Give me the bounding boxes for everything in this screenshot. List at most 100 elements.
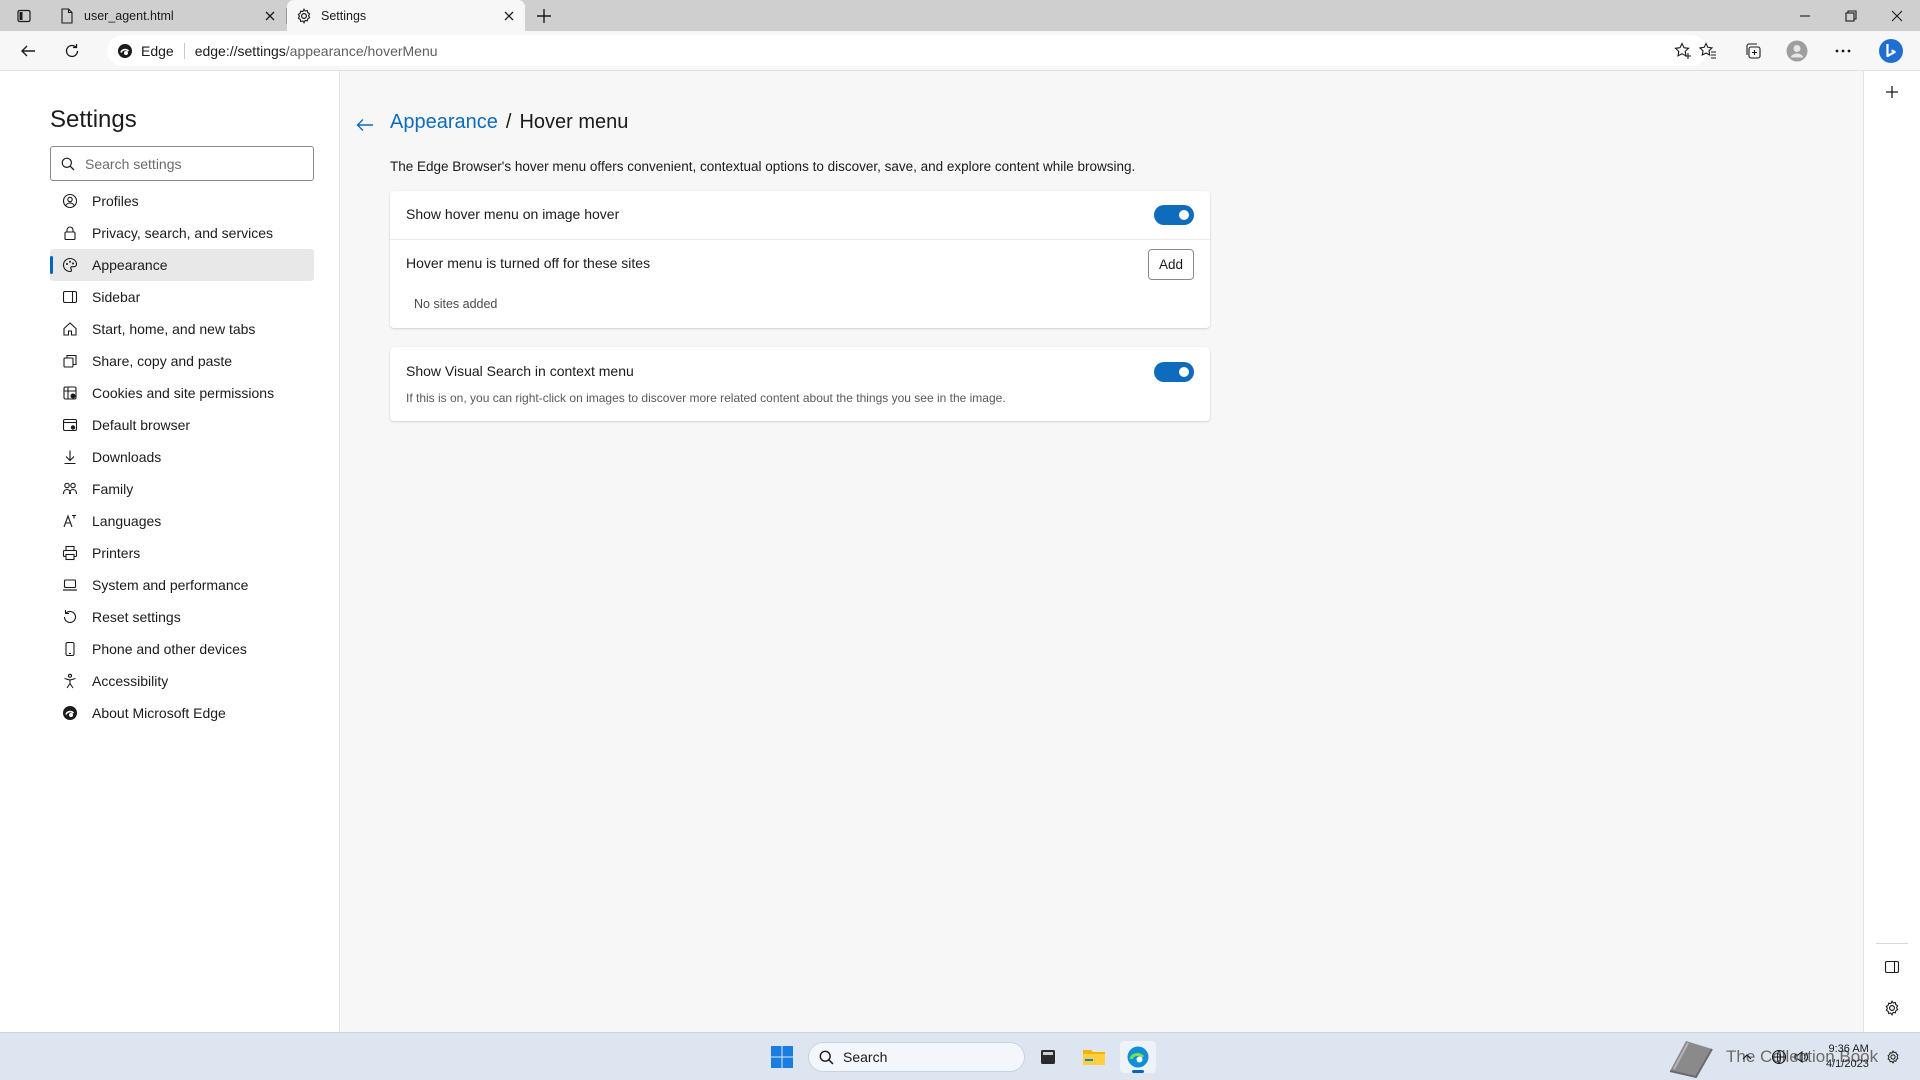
- refresh-button[interactable]: [57, 37, 87, 65]
- nav-item-label: Printers: [92, 545, 141, 561]
- tab-user-agent[interactable]: user_agent.html: [50, 0, 286, 31]
- add-site-button[interactable]: Add: [1148, 249, 1194, 280]
- address-separator: [183, 42, 185, 59]
- taskbar: Search The Collection Book 9:36 AM 4/1/2…: [0, 1032, 1920, 1080]
- favorites-icon: [1699, 42, 1716, 59]
- close-icon: [504, 11, 514, 21]
- plus-icon: [1886, 86, 1898, 98]
- nav-item-accessibility[interactable]: Accessibility: [50, 665, 314, 697]
- arrow-left-icon: [356, 119, 373, 131]
- nav-item-phone[interactable]: Phone and other devices: [50, 633, 314, 665]
- volume-icon[interactable]: [1790, 1046, 1812, 1068]
- nav-item-start-home[interactable]: Start, home, and new tabs: [50, 313, 314, 345]
- phone-icon: [50, 641, 92, 657]
- nav-item-languages[interactable]: Languages: [50, 505, 314, 537]
- printer-icon: [50, 545, 92, 561]
- restore-button[interactable]: [1828, 0, 1874, 31]
- bing-copilot-button[interactable]: [1876, 37, 1906, 65]
- browser-toolbar: Edge edge://settings/appearance/hoverMen…: [0, 31, 1920, 71]
- nav-item-label: System and performance: [92, 577, 249, 593]
- nav-item-appearance[interactable]: Appearance: [50, 249, 314, 281]
- nav-item-privacy[interactable]: Privacy, search, and services: [50, 217, 314, 249]
- minimize-icon: [1800, 14, 1810, 17]
- gear-icon: [295, 7, 313, 25]
- nav-item-label: Downloads: [92, 449, 162, 465]
- visual-search-label: Show Visual Search in context menu: [406, 363, 634, 379]
- url-text[interactable]: edge://settings/appearance/hoverMenu: [195, 43, 438, 59]
- new-tab-button[interactable]: [532, 4, 556, 28]
- share-icon: [50, 353, 92, 369]
- start-icon: [771, 1046, 793, 1068]
- add-favorite-button[interactable]: [1673, 41, 1693, 61]
- hover-menu-toggle[interactable]: [1154, 205, 1194, 225]
- nav-item-label: Family: [92, 481, 134, 497]
- sidebar-panel-icon: [1884, 960, 1900, 974]
- blocked-sites-label: Hover menu is turned off for these sites: [406, 255, 651, 271]
- more-options-button[interactable]: [1828, 37, 1858, 65]
- folder-icon: [1083, 1050, 1105, 1065]
- taskbar-app-edge[interactable]: [1120, 1041, 1156, 1073]
- nav-item-sidebar[interactable]: Sidebar: [50, 281, 314, 313]
- clock[interactable]: 9:36 AM 4/1/2023: [1826, 1042, 1869, 1072]
- toggle-knob: [1179, 210, 1189, 220]
- gear-icon: [1885, 1000, 1899, 1016]
- breadcrumb-appearance-link[interactable]: Appearance: [390, 111, 498, 134]
- nav-item-system[interactable]: System and performance: [50, 569, 314, 601]
- back-button[interactable]: [13, 37, 43, 65]
- hover-menu-toggle-label: Show hover menu on image hover: [406, 206, 620, 222]
- address-bar[interactable]: Edge edge://settings/appearance/hoverMen…: [107, 35, 1707, 66]
- settings-title: Settings: [50, 106, 137, 133]
- nav-item-cookies[interactable]: Cookies and site permissions: [50, 377, 314, 409]
- notification-icon[interactable]: [1882, 1046, 1904, 1068]
- taskbar-app-explorer[interactable]: [1076, 1041, 1112, 1073]
- favorites-button[interactable]: [1693, 37, 1723, 65]
- add-sidebar-app-button[interactable]: [1878, 78, 1906, 106]
- tab-title: Settings: [321, 8, 367, 23]
- taskbar-app-files[interactable]: [1030, 1041, 1066, 1073]
- nav-item-profiles[interactable]: Profiles: [50, 185, 314, 217]
- download-icon: [50, 449, 92, 465]
- taskbar-search[interactable]: Search: [808, 1042, 1025, 1072]
- site-info-chip[interactable]: Edge: [107, 35, 184, 66]
- page-description: The Edge Browser's hover menu offers con…: [390, 159, 1136, 174]
- settings-nav-list: Profiles Privacy, search, and services A…: [50, 185, 314, 729]
- collections-button[interactable]: [1738, 37, 1768, 65]
- nav-item-about[interactable]: About Microsoft Edge: [50, 697, 314, 729]
- close-tab-button[interactable]: [262, 8, 278, 24]
- plus-icon: [537, 9, 551, 23]
- close-tab-button[interactable]: [501, 8, 517, 24]
- document-icon: [58, 7, 76, 25]
- chevron-up-icon[interactable]: [1736, 1046, 1758, 1068]
- row-divider: [390, 239, 1210, 240]
- browser-icon: [50, 417, 92, 433]
- visual-search-card: Show Visual Search in context menu If th…: [390, 347, 1210, 421]
- nav-item-label: Privacy, search, and services: [92, 225, 274, 241]
- nav-item-family[interactable]: Family: [50, 473, 314, 505]
- profile-button[interactable]: [1782, 37, 1812, 65]
- nav-item-reset[interactable]: Reset settings: [50, 601, 314, 633]
- sidebar-settings-button[interactable]: [1878, 994, 1906, 1022]
- visual-search-description: If this is on, you can right-click on im…: [406, 391, 1006, 405]
- site-label: Edge: [141, 42, 174, 59]
- edge-logo-icon: [50, 705, 92, 721]
- hide-sidebar-button[interactable]: [1878, 953, 1906, 981]
- profile-icon: [50, 193, 92, 209]
- nav-item-printers[interactable]: Printers: [50, 537, 314, 569]
- nav-item-default-browser[interactable]: Default browser: [50, 409, 314, 441]
- start-button[interactable]: [768, 1043, 796, 1071]
- nav-item-share-copy[interactable]: Share, copy and paste: [50, 345, 314, 377]
- visual-search-toggle[interactable]: [1154, 362, 1194, 382]
- tab-actions-button[interactable]: [10, 5, 38, 27]
- lock-icon: [50, 225, 92, 241]
- nav-item-label: About Microsoft Edge: [92, 705, 226, 721]
- network-icon[interactable]: [1768, 1046, 1790, 1068]
- tab-title: user_agent.html: [84, 8, 174, 23]
- close-window-button[interactable]: [1874, 0, 1920, 31]
- nav-item-downloads[interactable]: Downloads: [50, 441, 314, 473]
- search-input[interactable]: [85, 155, 305, 172]
- nav-item-label: Reset settings: [92, 609, 181, 625]
- minimize-button[interactable]: [1782, 0, 1828, 31]
- settings-search[interactable]: [50, 146, 314, 181]
- tab-settings[interactable]: Settings: [287, 0, 525, 31]
- back-to-appearance-button[interactable]: [353, 113, 377, 137]
